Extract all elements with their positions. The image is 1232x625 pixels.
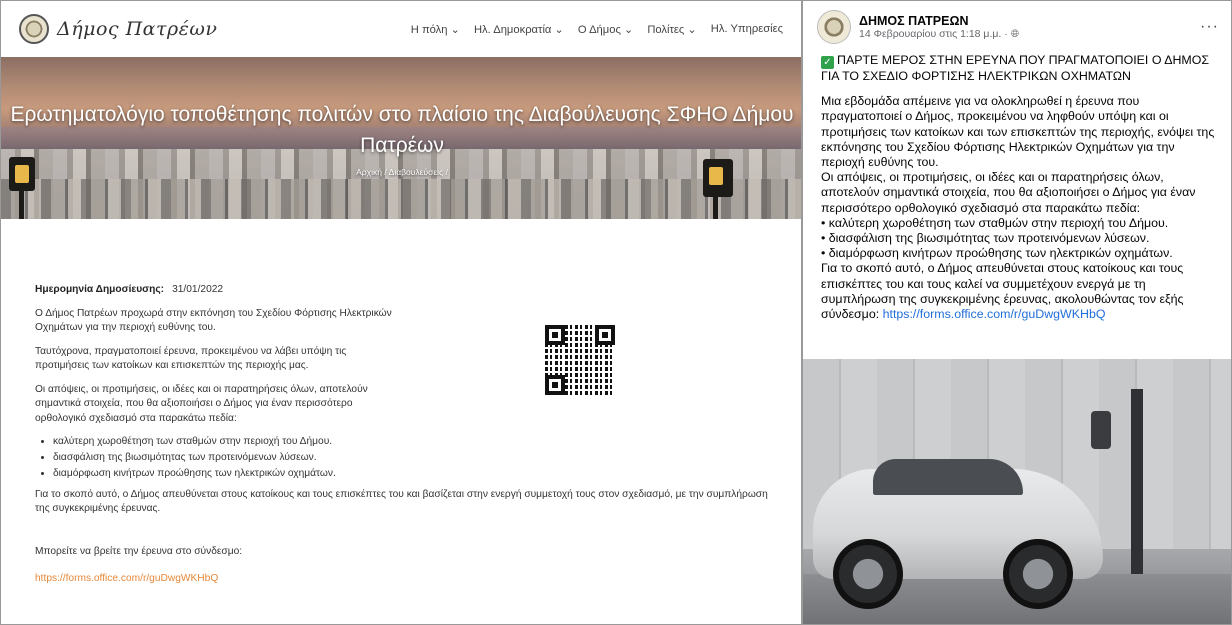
site-logo-text[interactable]: Δήμος Πατρέων [57,18,217,40]
qr-finder-pattern [545,325,565,345]
nav-label: Ηλ. Υπηρεσίες [710,22,783,35]
list-item: • καλύτερη χωροθέτηση των σταθμών στην π… [821,215,1169,230]
site-header: Δήμος Πατρέων Η πόλη ⌄ Ηλ. Δημοκρατία ⌄ … [1,1,801,57]
check-mark-icon: ✓ [821,56,834,69]
post-paragraph: Για το σκοπό αυτό, ο Δήμος απευθύνεται σ… [821,261,1217,322]
list-item: διαμόρφωση κινήτρων προώθησης των ηλεκτρ… [53,467,785,482]
headline-text: ΠΑΡΤΕ ΜΕΡΟΣ ΣΤΗΝ ΕΡΕΥΝΑ ΠΟΥ ΠΡΑΓΜΑΤΟΠΟΙΕ… [821,53,1210,83]
goals-list: καλύτερη χωροθέτηση των σταθμών στην περ… [53,435,785,482]
municipality-seal-logo[interactable] [19,14,49,44]
timestamp-text: 14 Φεβρουαρίου στις 1:18 μ.μ. · [859,27,1011,40]
post-paragraph: Οι απόψεις, οι προτιμήσεις, οι ιδέες και… [821,170,1196,215]
chevron-down-icon: ⌄ [554,23,564,36]
article-content: Ημερομηνία Δημοσίευσης: 31/01/2022 Ο Δήμο… [35,283,785,596]
nav-label: Ο Δήμος [577,23,621,36]
car-wheel [833,539,903,609]
hero-cityscape-foreground [1,179,801,219]
qr-finder-pattern [545,375,565,395]
car-window [873,459,1023,495]
nav-item-municipality[interactable]: Ο Δήμος ⌄ [578,23,633,36]
post-paragraph: Μια εβδομάδα απέμεινε για να ολοκληρωθεί… [821,94,1215,170]
main-nav: Η πόλη ⌄ Ηλ. Δημοκρατία ⌄ Ο Δήμος ⌄ Πολί… [411,23,783,36]
municipality-website: Δήμος Πατρέων Η πόλη ⌄ Ηλ. Δημοκρατία ⌄ … [0,0,802,625]
survey-link[interactable]: https://forms.office.com/r/guDwgWKHbQ [883,307,1106,321]
post-meta: ΔΗΜΟΣ ΠΑΤΡΕΩΝ 14 Φεβρουαρίου στις 1:18 μ… [859,14,1019,41]
list-item: • διασφάλιση της βιωσιμότητας των προτει… [821,231,1150,246]
list-item: καλύτερη χωροθέτηση των σταθμών στην περ… [53,435,785,450]
publication-date-label: Ημερομηνία Δημοσίευσης: [35,284,165,295]
nav-item-citizens[interactable]: Πολίτες ⌄ [647,23,696,36]
nav-item-city[interactable]: Η πόλη ⌄ [411,23,460,36]
car-wheel [1003,539,1073,609]
breadcrumb-consultations[interactable]: Διαβουλεύσεις [389,167,443,177]
hero-banner: Ερωτηματολόγιο τοποθέτησης πολιτών στο π… [1,57,801,219]
breadcrumb-home[interactable]: Αρχική [356,167,382,177]
post-image-ev-charging[interactable] [803,359,1231,624]
chevron-down-icon: ⌄ [687,23,697,36]
list-item: • διαμόρφωση κινήτρων προώθησης των ηλεκ… [821,246,1173,261]
article-paragraph: Ταυτόχρονα, πραγματοποιεί έρευνα, προκει… [35,345,347,372]
chevron-down-icon: ⌄ [450,23,460,36]
post-timestamp[interactable]: 14 Φεβρουαρίου στις 1:18 μ.μ. · 🌐︎ [859,28,1019,41]
post-header: ΔΗΜΟΣ ΠΑΤΡΕΩΝ 14 Φεβρουαρίου στις 1:18 μ… [803,1,1231,47]
qr-code-image [545,325,615,395]
article-closing-paragraph: Για το σκοπό αυτό, ο Δήμος απευθύνεται σ… [35,488,768,515]
survey-link[interactable]: https://forms.office.com/r/guDwgWKHbQ [35,572,395,587]
list-item: διασφάλιση της βιωσιμότητας των προτεινό… [53,451,785,466]
nav-item-edemocracy[interactable]: Ηλ. Δημοκρατία ⌄ [474,23,564,36]
more-options-button[interactable]: ··· [1200,18,1219,36]
breadcrumb-separator: / [445,167,448,177]
publication-date-row: Ημερομηνία Δημοσίευσης: 31/01/2022 [35,283,395,298]
publication-date-value: 31/01/2022 [172,284,224,295]
page-title: Ερωτηματολόγιο τοποθέτησης πολιτών στο π… [10,103,794,157]
post-headline: ✓ ΠΑΡΤΕ ΜΕΡΟΣ ΣΤΗΝ ΕΡΕΥΝΑ ΠΟΥ ΠΡΑΓΜΑΤΟΠΟΙ… [821,53,1217,84]
avatar[interactable] [817,10,851,44]
charger-pole [1131,389,1143,579]
breadcrumb: Αρχική / Διαβουλεύσεις / [1,167,801,177]
nav-label: Ηλ. Δημοκρατία [473,23,552,36]
article-paragraph: Οι απόψεις, οι προτιμήσεις, οι ιδέες και… [35,383,368,424]
street-lamp-right-icon [703,159,733,197]
globe-icon: 🌐︎ [1010,27,1020,40]
qr-finder-pattern [595,325,615,345]
nav-label: Η πόλη [410,23,448,36]
ev-charger-icon [1091,411,1111,449]
article-paragraph: Ο Δήμος Πατρέων προχωρά στην εκπόνηση το… [35,307,392,334]
page-name[interactable]: ΔΗΜΟΣ ΠΑΤΡΕΩΝ [859,14,1019,28]
nav-item-eservices[interactable]: Ηλ. Υπηρεσίες [711,23,783,36]
breadcrumb-separator: / [384,167,387,177]
facebook-post: ΔΗΜΟΣ ΠΑΤΡΕΩΝ 14 Φεβρουαρίου στις 1:18 μ… [802,0,1232,625]
post-body: ✓ ΠΑΡΤΕ ΜΕΡΟΣ ΣΤΗΝ ΕΡΕΥΝΑ ΠΟΥ ΠΡΑΓΜΑΤΟΠΟΙ… [803,47,1231,322]
survey-intro-text: Μπορείτε να βρείτε την έρευνα στο σύνδεσ… [35,545,243,557]
nav-label: Πολίτες [647,23,685,36]
chevron-down-icon: ⌄ [623,23,634,36]
